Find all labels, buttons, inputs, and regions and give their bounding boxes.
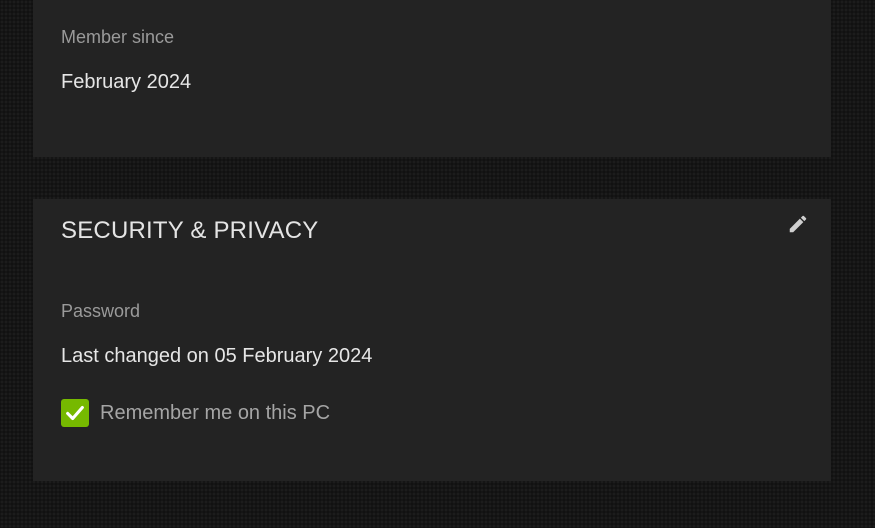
remember-me-label: Remember me on this PC [100,402,331,424]
remember-me-row[interactable]: Remember me on this PC [61,399,330,427]
security-privacy-title: SECURITY & PRIVACY [61,217,319,244]
checkmark-icon [66,405,84,421]
password-last-changed: Last changed on 05 February 2024 [61,345,373,367]
remember-me-checkbox[interactable] [61,399,89,427]
member-since-value: February 2024 [61,71,192,93]
edit-security-button[interactable] [787,213,809,235]
pencil-icon [789,215,807,233]
security-privacy-panel: SECURITY & PRIVACY Password Last changed… [33,199,831,481]
member-since-label: Member since [61,27,175,47]
password-label: Password [61,301,141,321]
member-info-panel: Member since February 2024 [33,0,831,157]
